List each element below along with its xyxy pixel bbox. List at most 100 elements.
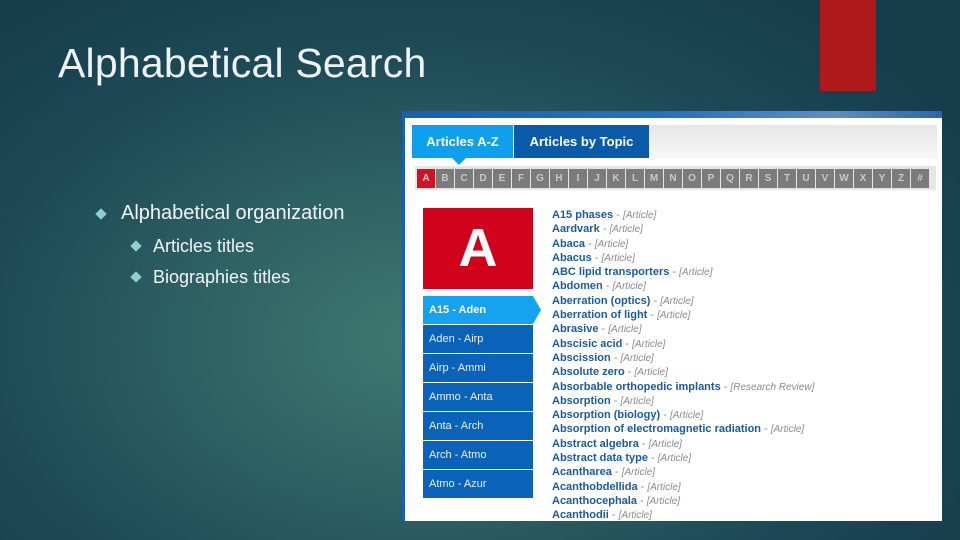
- article-item: Absolute zero - [Article]: [552, 365, 814, 379]
- article-type-label: [Article]: [646, 495, 681, 507]
- current-letter-heading: A: [423, 208, 533, 289]
- article-item: Absorption (biology) - [Article]: [552, 408, 814, 422]
- letter-link-d[interactable]: D: [474, 169, 492, 188]
- bullet-item: Alphabetical organization: [95, 202, 345, 225]
- letter-link-c[interactable]: C: [455, 169, 473, 188]
- article-separator: -: [761, 423, 771, 436]
- letter-link-j[interactable]: J: [588, 169, 606, 188]
- article-link[interactable]: Acanthocephala: [552, 495, 637, 507]
- letter-link-x[interactable]: X: [854, 169, 872, 188]
- letter-link-f[interactable]: F: [512, 169, 530, 188]
- article-item: Acanthocephala - [Article]: [552, 494, 814, 508]
- article-link[interactable]: Acantharea: [552, 466, 612, 478]
- letter-link-q[interactable]: Q: [721, 169, 739, 188]
- article-item: Absorption - [Article]: [552, 394, 814, 408]
- article-type-label: [Article]: [612, 281, 646, 293]
- letter-link-v[interactable]: V: [816, 169, 834, 188]
- letter-link-s[interactable]: S: [759, 169, 777, 188]
- letter-link-hash[interactable]: #: [911, 169, 929, 188]
- article-item: Abacus - [Article]: [552, 251, 814, 265]
- bullet-text: Articles titles: [153, 236, 255, 256]
- letter-link-o[interactable]: O: [683, 169, 701, 188]
- diamond-bullet-icon: [95, 208, 107, 220]
- letter-link-i[interactable]: I: [569, 169, 587, 188]
- article-type-label: [Article]: [634, 367, 668, 379]
- article-separator: -: [608, 509, 619, 521]
- article-type-label: [Article]: [657, 310, 691, 322]
- article-link[interactable]: Acanthodii: [552, 509, 609, 521]
- range-link[interactable]: Airp - Ammi: [423, 354, 533, 383]
- bullet-text: Alphabetical organization: [121, 202, 345, 224]
- range-link[interactable]: Aden - Airp: [423, 325, 533, 354]
- letter-link-g[interactable]: G: [531, 169, 549, 188]
- article-type-label: [Article]: [601, 252, 635, 264]
- article-separator: -: [602, 280, 613, 293]
- article-link[interactable]: ABC lipid transporters: [552, 266, 669, 278]
- article-link[interactable]: Absorbable orthopedic implants: [552, 381, 721, 393]
- article-type-label: [Article]: [657, 453, 692, 465]
- article-item: Abstract data type - [Article]: [552, 451, 814, 465]
- letter-link-a[interactable]: A: [417, 169, 435, 188]
- article-link[interactable]: Abrasive: [552, 323, 598, 335]
- tab-articles-a-z[interactable]: Articles A-Z: [412, 125, 513, 165]
- letter-link-t[interactable]: T: [778, 169, 796, 188]
- letter-link-b[interactable]: B: [436, 169, 454, 188]
- letter-link-n[interactable]: N: [664, 169, 682, 188]
- article-link[interactable]: Abscisic acid: [552, 338, 622, 350]
- article-link[interactable]: A15 phases: [552, 209, 613, 221]
- article-item: A15 phases - [Article]: [552, 208, 814, 222]
- letter-link-l[interactable]: L: [626, 169, 644, 188]
- article-link[interactable]: Absolute zero: [552, 366, 625, 378]
- article-link[interactable]: Abaca: [552, 238, 585, 250]
- letter-link-y[interactable]: Y: [873, 169, 891, 188]
- range-link[interactable]: Ammo - Anta: [423, 383, 533, 412]
- article-separator: -: [585, 237, 595, 250]
- range-link[interactable]: Anta - Arch: [423, 412, 533, 441]
- slide-title: Alphabetical Search: [58, 40, 427, 86]
- article-type-label: [Article]: [632, 338, 666, 350]
- article-item: Abstract algebra - [Article]: [552, 437, 814, 451]
- letter-link-h[interactable]: H: [550, 169, 568, 188]
- bullet-item: Biographies titles: [130, 267, 290, 288]
- article-link[interactable]: Abstract algebra: [552, 438, 639, 450]
- article-type-label: [Research Review]: [730, 381, 815, 393]
- range-link[interactable]: Arch - Atmo: [423, 441, 533, 470]
- article-separator: -: [669, 266, 680, 279]
- article-separator: -: [610, 351, 621, 364]
- range-link[interactable]: Atmo - Azur: [423, 470, 533, 499]
- letter-link-u[interactable]: U: [797, 169, 815, 188]
- letter-link-k[interactable]: K: [607, 169, 625, 188]
- letter-link-z[interactable]: Z: [892, 169, 910, 188]
- article-link[interactable]: Aberration of light: [552, 309, 647, 321]
- article-link[interactable]: Absorption of electromagnetic radiation: [552, 423, 761, 435]
- article-type-label: [Article]: [609, 224, 643, 236]
- article-item: Absorbable orthopedic implants - [Resear…: [552, 380, 814, 394]
- letter-link-p[interactable]: P: [702, 169, 720, 188]
- article-link[interactable]: Aardvark: [552, 223, 600, 235]
- article-link[interactable]: Aberration (optics): [552, 295, 650, 307]
- letter-link-m[interactable]: M: [645, 169, 663, 188]
- letter-link-w[interactable]: W: [835, 169, 853, 188]
- article-link[interactable]: Abstract data type: [552, 452, 648, 464]
- article-separator: -: [638, 437, 649, 450]
- accent-bar: [820, 0, 876, 91]
- article-type-label: [Article]: [608, 324, 642, 336]
- article-link[interactable]: Absorption: [552, 395, 611, 407]
- article-link[interactable]: Abscission: [552, 352, 611, 364]
- tab-articles-by-topic[interactable]: Articles by Topic: [514, 125, 649, 158]
- article-separator: -: [611, 466, 622, 479]
- letter-link-e[interactable]: E: [493, 169, 511, 188]
- site-header-strip: [405, 111, 942, 118]
- tab-bar: Articles A-Z Articles by Topic: [412, 125, 937, 165]
- article-link[interactable]: Abdomen: [552, 280, 603, 292]
- article-separator: -: [660, 409, 670, 422]
- article-type-label: [Article]: [620, 395, 654, 407]
- letter-link-r[interactable]: R: [740, 169, 758, 188]
- article-separator: -: [622, 337, 633, 350]
- article-separator: -: [647, 452, 658, 465]
- article-link[interactable]: Absorption (biology): [552, 409, 660, 421]
- article-link[interactable]: Abacus: [552, 252, 592, 264]
- article-link[interactable]: Acanthobdellida: [552, 481, 638, 493]
- range-link[interactable]: A15 - Aden: [423, 296, 541, 325]
- article-item: Abrasive - [Article]: [552, 322, 814, 336]
